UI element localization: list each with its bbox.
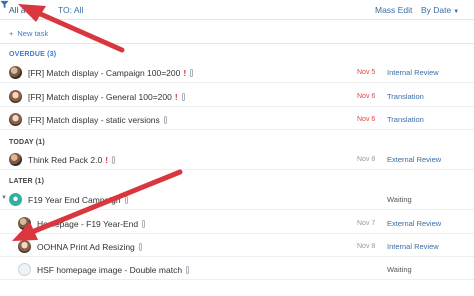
task-due-date: Nov 6 <box>357 93 376 100</box>
all-active-filter[interactable]: All active <box>9 5 43 15</box>
attachment-icon <box>112 156 116 164</box>
task-row[interactable]: ▼ F19 Year End Campaign Waiting <box>0 190 474 210</box>
task-title[interactable]: Homepage - F19 Year-End <box>37 219 146 229</box>
task-title[interactable]: Think Red Pack 2.0! <box>28 155 116 165</box>
task-status[interactable]: Waiting <box>387 195 412 204</box>
new-task-label: New task <box>17 29 49 38</box>
chevron-down-icon: ▼ <box>453 9 460 15</box>
task-due-date: Nov 6 <box>357 116 376 123</box>
attachment-icon <box>138 243 142 251</box>
task-row[interactable]: OOHNA Print Ad Resizing Nov 8 Internal R… <box>0 237 474 257</box>
task-title-text: [FR] Match display - Campaign 100=200 <box>28 68 181 78</box>
task-status[interactable]: Translation <box>387 115 424 124</box>
project-icon <box>9 193 22 206</box>
task-title[interactable]: [FR] Match display - Campaign 100=200! <box>28 68 194 78</box>
task-status[interactable]: Internal Review <box>387 68 439 77</box>
task-row[interactable]: [FR] Match display - static versions Nov… <box>0 110 474 130</box>
task-title-text: OOHNA Print Ad Resizing <box>37 242 135 252</box>
task-status[interactable]: Waiting <box>387 265 412 274</box>
task-row[interactable]: Homepage - F19 Year-End Nov 7 External R… <box>0 214 474 234</box>
task-title[interactable]: F19 Year End Campaign <box>28 195 128 205</box>
task-title-text: HSF homepage image - Double match <box>37 265 183 275</box>
task-title-text: Think Red Pack 2.0 <box>28 155 103 165</box>
task-title-text: [FR] Match display - General 100=200 <box>28 92 172 102</box>
avatar <box>9 113 22 126</box>
task-due-date: Nov 8 <box>357 156 376 163</box>
task-row[interactable]: [FR] Match display - General 100=200! No… <box>0 87 474 107</box>
section-later[interactable]: LATER (1) <box>9 178 44 185</box>
mass-edit-button[interactable]: Mass Edit <box>375 5 412 15</box>
task-status[interactable]: External Review <box>387 155 441 164</box>
attachment-icon <box>186 266 190 274</box>
task-due-date: Nov 5 <box>357 69 376 76</box>
task-status[interactable]: External Review <box>387 219 441 228</box>
task-status[interactable]: Translation <box>387 92 424 101</box>
divider <box>0 43 474 44</box>
avatar <box>9 90 22 103</box>
avatar-placeholder-icon <box>18 263 31 276</box>
task-due-date: Nov 7 <box>357 220 376 227</box>
filter-icon[interactable] <box>0 0 9 9</box>
avatar <box>18 217 31 230</box>
task-title[interactable]: [FR] Match display - static versions <box>28 115 167 125</box>
task-row[interactable]: [FR] Match display - Campaign 100=200! N… <box>0 63 474 83</box>
task-title-text: [FR] Match display - static versions <box>28 115 160 125</box>
task-row[interactable]: HSF homepage image - Double match Waitin… <box>0 260 474 280</box>
new-task-button[interactable]: + New task <box>9 29 48 38</box>
toolbar: All active TO: All Mass Edit By Date ▼ <box>0 0 474 20</box>
task-title[interactable]: [FR] Match display - General 100=200! <box>28 92 185 102</box>
attachment-icon <box>124 196 128 204</box>
task-title[interactable]: HSF homepage image - Double match <box>37 265 190 275</box>
urgent-icon: ! <box>174 92 178 102</box>
attachment-icon <box>163 116 167 124</box>
plus-icon: + <box>9 29 14 38</box>
avatar <box>18 240 31 253</box>
task-status[interactable]: Internal Review <box>387 242 439 251</box>
task-due-date: Nov 8 <box>357 243 376 250</box>
avatar <box>9 153 22 166</box>
sort-label: By Date <box>421 5 452 15</box>
task-title-text: F19 Year End Campaign <box>28 195 121 205</box>
section-overdue[interactable]: OVERDUE (3) <box>9 51 56 58</box>
assignee-filter[interactable]: TO: All <box>58 5 83 15</box>
collapse-chevron-icon[interactable]: ▼ <box>1 195 7 201</box>
sort-by-date-button[interactable]: By Date ▼ <box>421 5 459 15</box>
section-today[interactable]: TODAY (1) <box>9 139 45 146</box>
urgent-icon: ! <box>183 68 187 78</box>
attachment-icon <box>190 69 194 77</box>
task-title-text: Homepage - F19 Year-End <box>37 219 139 229</box>
attachment-icon <box>142 220 146 228</box>
urgent-icon: ! <box>105 155 109 165</box>
avatar <box>9 66 22 79</box>
task-title[interactable]: OOHNA Print Ad Resizing <box>37 242 142 252</box>
task-row[interactable]: Think Red Pack 2.0! Nov 8 External Revie… <box>0 150 474 170</box>
attachment-icon <box>181 93 185 101</box>
